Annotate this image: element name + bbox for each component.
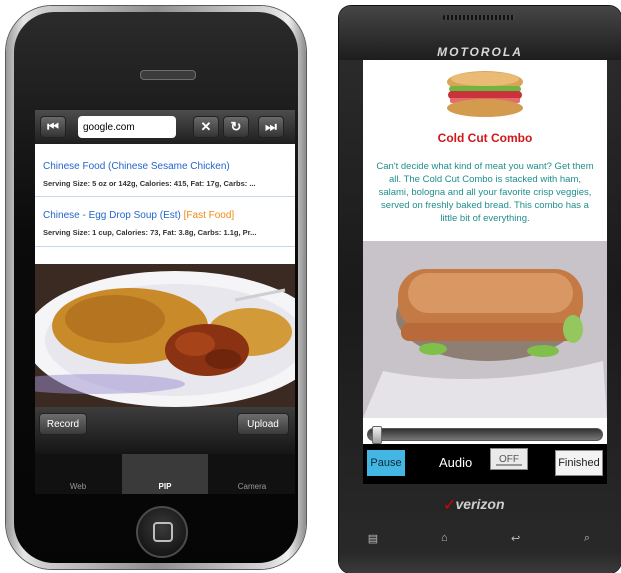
- upload-button[interactable]: Upload: [237, 413, 289, 435]
- seek-bar[interactable]: [367, 426, 603, 444]
- result-meta: Serving Size: 5 oz or 142g, Calories: 41…: [43, 179, 256, 188]
- home-button[interactable]: [136, 506, 188, 558]
- finished-button[interactable]: Finished: [555, 450, 603, 476]
- carrier-logo: verizon: [455, 496, 505, 512]
- audio-toggle[interactable]: OFF: [490, 448, 528, 470]
- result-meta: Serving Size: 1 cup, Calories: 73, Fat: …: [43, 228, 257, 237]
- result-divider: [35, 246, 295, 247]
- result-divider: [35, 196, 295, 197]
- speaker-grille: [443, 15, 515, 20]
- pip-video[interactable]: [35, 264, 295, 407]
- result-link[interactable]: Chinese Food (Chinese Sesame Chicken): [43, 161, 230, 172]
- android-device: MOTOROLA Cold Cut Combo Can't decide wha…: [339, 6, 621, 573]
- iphone-screen: ⏮ google.com ✕ ↻ ⏭ Chinese Food (Chinese…: [35, 110, 295, 494]
- record-button[interactable]: Record: [39, 413, 87, 435]
- iphone-device: ⏮ google.com ✕ ↻ ⏭ Chinese Food (Chinese…: [6, 6, 306, 569]
- card-title: Cold Cut Combo: [437, 131, 533, 145]
- media-controls: Pause Audio OFF Finished: [363, 444, 607, 484]
- previous-button[interactable]: ⏮: [40, 116, 66, 138]
- android-bottom-bezel: [339, 554, 621, 573]
- audio-label: Audio: [439, 455, 473, 470]
- brand-logo: MOTOROLA: [437, 45, 523, 59]
- card-description: Can't decide what kind of meat you want?…: [376, 161, 594, 224]
- sandwich-photo-image: [363, 241, 607, 418]
- result-title: Chinese - Egg Drop Soup (Est): [43, 210, 184, 221]
- food-plate-image: [35, 264, 295, 407]
- search-results: Chinese Food (Chinese Sesame Chicken) Se…: [35, 144, 295, 264]
- tab-bar: Web PIP Camera: [35, 454, 295, 494]
- result-link[interactable]: Chinese - Egg Drop Soup (Est) [Fast Food…: [43, 210, 234, 221]
- tab-pip[interactable]: PIP: [122, 454, 208, 494]
- close-button[interactable]: ✕: [193, 116, 219, 138]
- search-key-icon[interactable]: ⌕: [567, 528, 607, 548]
- home-square-icon: [153, 522, 173, 542]
- android-top-bezel: MOTOROLA: [339, 6, 621, 60]
- next-button[interactable]: ⏭: [258, 116, 284, 138]
- url-field[interactable]: google.com: [78, 116, 176, 138]
- back-key-icon[interactable]: ↩: [496, 528, 536, 548]
- browser-toolbar: ⏮ google.com ✕ ↻ ⏭: [35, 110, 295, 144]
- record-controls: Record Upload: [35, 407, 295, 454]
- home-key-icon[interactable]: ⌂: [424, 528, 464, 548]
- android-screen: Cold Cut Combo Can't decide what kind of…: [363, 60, 607, 484]
- seek-thumb[interactable]: [371, 426, 382, 444]
- sandwich-photo: [363, 241, 607, 418]
- soft-keys: ▤ ⌂ ↩ ⌕: [353, 528, 607, 548]
- result-tag: [Fast Food]: [183, 210, 235, 221]
- iphone-speaker: [140, 70, 196, 80]
- reload-button[interactable]: ↻: [223, 116, 249, 138]
- menu-key-icon[interactable]: ▤: [353, 528, 393, 548]
- tab-camera[interactable]: Camera: [209, 454, 295, 494]
- sandwich-image: [447, 71, 523, 117]
- tab-web[interactable]: Web: [35, 454, 121, 494]
- pause-button[interactable]: Pause: [367, 450, 405, 476]
